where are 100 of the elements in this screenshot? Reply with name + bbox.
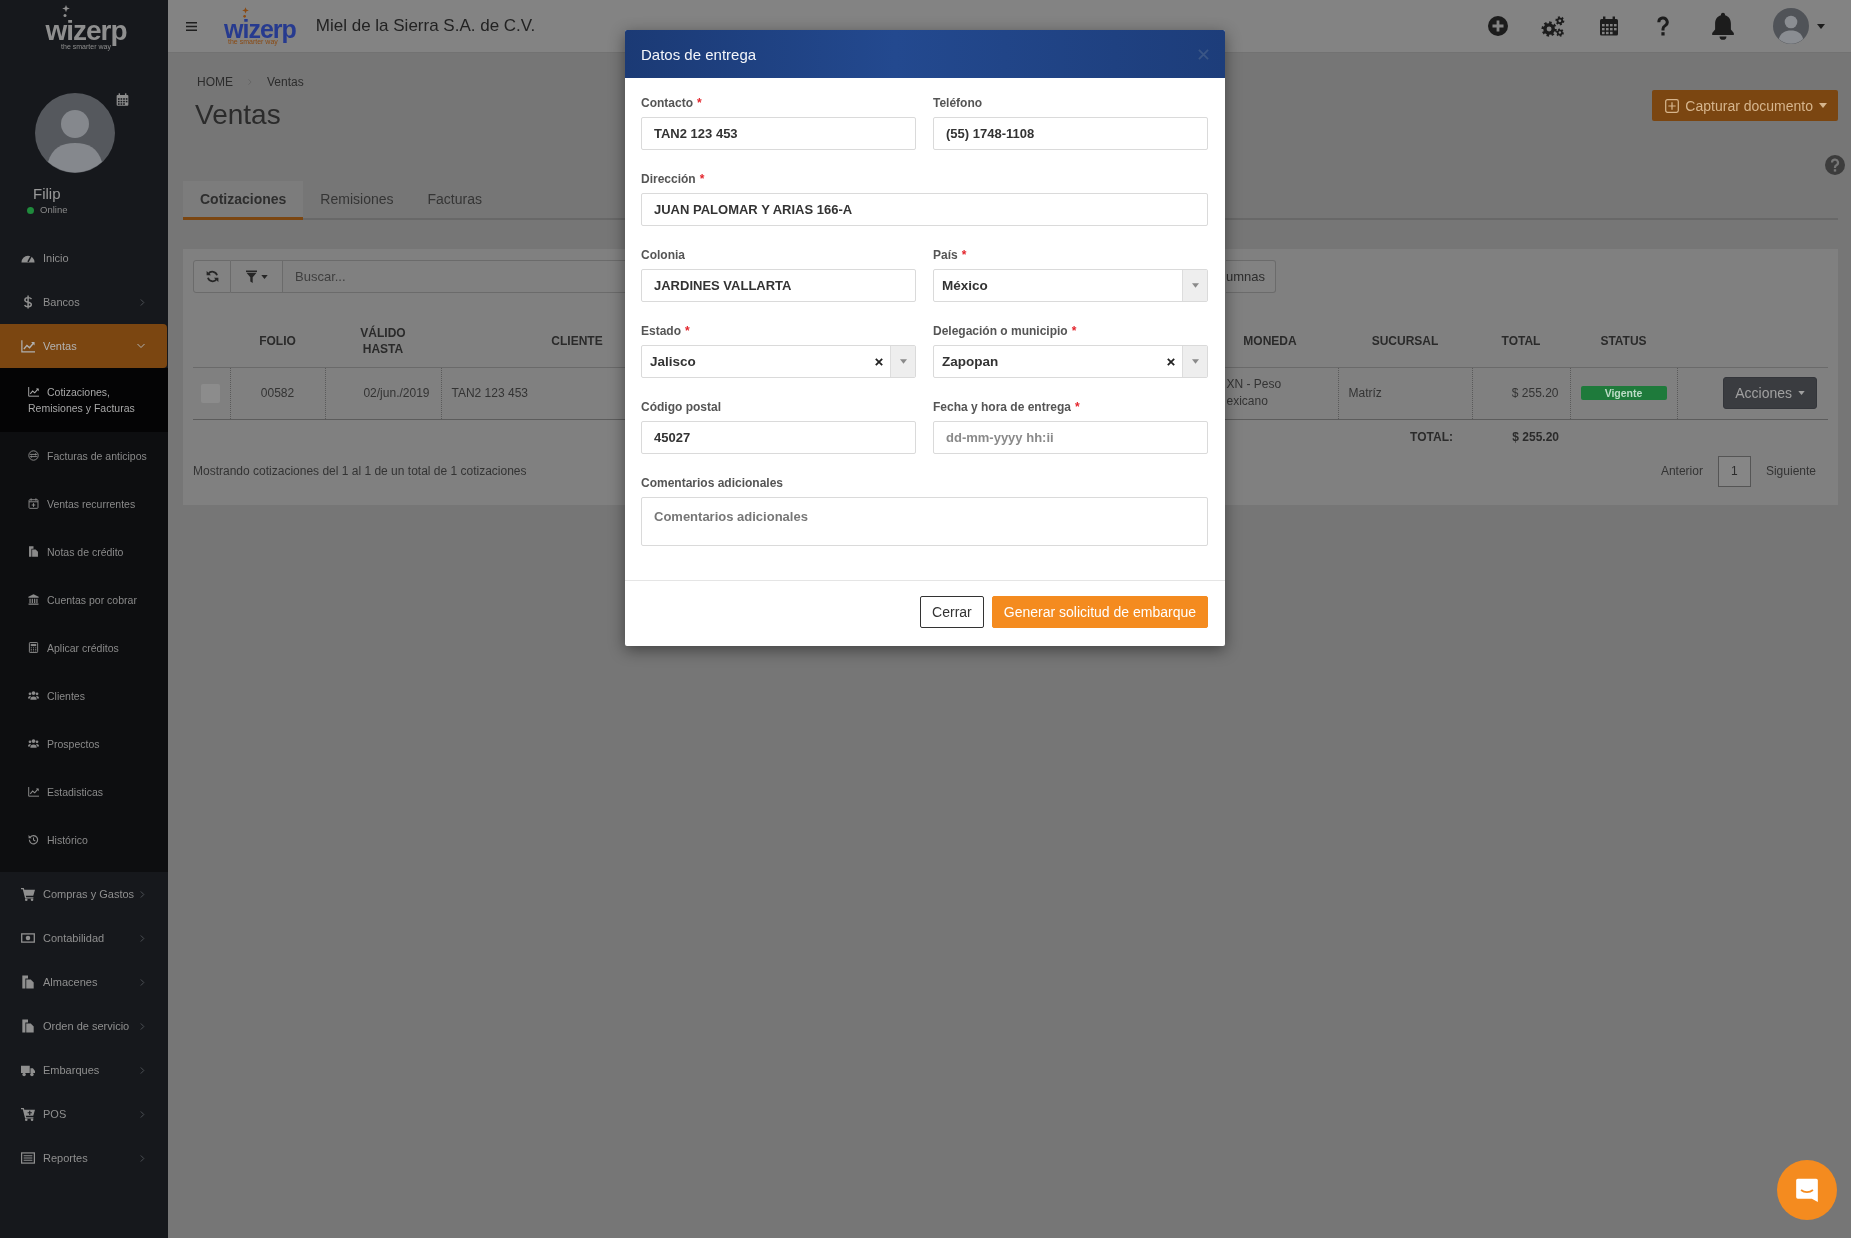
sidebar-item[interactable]: Compras y Gastos (0, 872, 168, 916)
banknote-icon (21, 931, 35, 945)
field-label: País (933, 247, 958, 263)
cart-icon (21, 1107, 35, 1121)
sidebar-item[interactable]: Ventas (0, 324, 167, 368)
history-icon (28, 834, 39, 845)
list-icon (21, 1151, 35, 1165)
breadcrumb-current: Ventas (267, 75, 304, 89)
tab[interactable]: Cotizaciones (183, 181, 304, 220)
column-header: SUCURSAL (1371, 333, 1439, 348)
client-text: TAN2 123 453 (451, 386, 528, 400)
field-label: Dirección (641, 171, 696, 187)
date-text: 02/jun./2019 (363, 386, 430, 400)
sidebar-item[interactable]: Embarques (0, 1048, 168, 1092)
sparkle-icon (62, 5, 70, 17)
input-field[interactable]: (55) 1748-1108 (933, 117, 1208, 150)
help-icon[interactable] (1657, 16, 1669, 36)
chat-icon (1794, 1177, 1820, 1203)
calendar-icon (28, 498, 39, 509)
select-field[interactable]: Zapopan (933, 345, 1208, 378)
field-label: Delegación o municipio (933, 323, 1068, 339)
required-mark: * (961, 247, 967, 263)
cart-icon (21, 887, 35, 901)
plus-circle-icon[interactable] (1488, 16, 1508, 36)
dollar-icon (21, 295, 35, 309)
submenu-item[interactable]: Ventas recurrentes (0, 480, 168, 528)
sidebar-item[interactable]: Contabilidad (0, 916, 168, 960)
input-field[interactable]: JUAN PALOMAR Y ARIAS 166-A (641, 193, 1208, 226)
exchange-icon (28, 450, 39, 461)
menu-icon[interactable] (186, 21, 197, 31)
submenu-item[interactable]: Histórico (0, 816, 168, 864)
help-icon[interactable] (1825, 155, 1845, 175)
truck-icon (21, 1063, 35, 1077)
input-field[interactable]: 45027 (641, 421, 916, 454)
sidebar-item[interactable]: Reportes (0, 1136, 168, 1180)
search-field[interactable]: Buscar... (283, 260, 626, 293)
actions-button[interactable]: Acciones (1723, 377, 1817, 409)
folio-text: 00582 (260, 386, 295, 400)
total-label: TOTAL: (1410, 430, 1453, 445)
close-button[interactable]: Cerrar (920, 596, 984, 628)
text-area[interactable]: Comentarios adicionales (641, 497, 1208, 546)
bell-icon[interactable] (1710, 12, 1736, 40)
select-field[interactable]: Jalisco (641, 345, 916, 378)
input-field[interactable]: TAN2 123 453 (641, 117, 916, 150)
calendar-icon[interactable] (1599, 16, 1619, 36)
caret-icon (1191, 359, 1199, 364)
status-badge: Vigente (1580, 386, 1667, 400)
clear-icon[interactable] (1167, 357, 1175, 366)
required-mark: * (697, 95, 702, 111)
caret-icon[interactable] (1817, 23, 1825, 29)
refresh-button[interactable] (193, 260, 231, 293)
sidebar-item[interactable]: Orden de servicio (0, 1004, 168, 1048)
page-button[interactable]: 1 (1717, 455, 1751, 487)
select-field[interactable]: México (933, 269, 1208, 302)
users-icon (28, 738, 39, 749)
amount-text: $ 255.20 (1511, 386, 1559, 400)
calendar-icon[interactable] (116, 93, 129, 106)
submenu-item[interactable]: Aplicar créditos (0, 624, 168, 672)
submenu-item[interactable]: Cuentas por cobrar (0, 576, 168, 624)
refresh-icon (205, 270, 219, 283)
submenu-item[interactable]: Estadisticas (0, 768, 168, 816)
breadcrumb-link[interactable]: HOME (197, 75, 233, 89)
capture-document-button[interactable]: Capturar documento (1652, 90, 1838, 121)
total-amount: $ 255.20 (1512, 430, 1559, 445)
field-label: Código postal (641, 399, 721, 415)
submenu-item[interactable]: Cotizaciones, Remisiones y Facturas (0, 368, 168, 432)
sidebar-item[interactable]: POS (0, 1092, 168, 1136)
next-link[interactable]: Siguiente (1765, 464, 1816, 478)
bank-icon (28, 594, 39, 605)
input-field[interactable]: JARDINES VALLARTA (641, 269, 916, 302)
sidebar-item[interactable]: Almacenes (0, 960, 168, 1004)
filter-button[interactable] (231, 260, 283, 293)
line-chart-icon (21, 339, 35, 353)
input-field[interactable]: dd-mm-yyyy hh:ii (933, 421, 1208, 454)
column-header: TOTAL (1501, 333, 1541, 348)
settings-icon[interactable] (1541, 15, 1565, 37)
caret-icon (1798, 391, 1805, 395)
field-label: Teléfono (933, 95, 983, 111)
required-mark: * (685, 323, 690, 339)
caret-icon (899, 359, 907, 364)
documents-icon (21, 975, 35, 989)
company-name: Miel de la Sierra S.A. de C.V. (315, 16, 536, 36)
clear-icon[interactable] (875, 357, 883, 366)
chat-button[interactable] (1777, 1160, 1837, 1220)
field-label: Estado (641, 323, 681, 339)
columns-button[interactable]: umnas (1226, 260, 1276, 293)
submenu-item[interactable]: Prospectos (0, 720, 168, 768)
submenu-item[interactable]: Notas de crédito (0, 528, 168, 576)
submenu-item[interactable]: Facturas de anticipos (0, 432, 168, 480)
required-mark: * (1071, 323, 1077, 339)
user-status: Online (40, 204, 68, 216)
previous-link[interactable]: Anterior (1660, 464, 1703, 478)
user-name: Filip (32, 185, 62, 203)
column-header: STATUS (1600, 333, 1647, 348)
submenu-item[interactable]: Clientes (0, 672, 168, 720)
sidebar-item[interactable]: Inicio (0, 236, 168, 280)
column-header: MONEDA (1243, 333, 1297, 348)
branch-text: Matríz (1348, 386, 1382, 400)
currency-text: XN - Peso exicano (1226, 376, 1283, 410)
sidebar-item[interactable]: Bancos (0, 280, 168, 324)
